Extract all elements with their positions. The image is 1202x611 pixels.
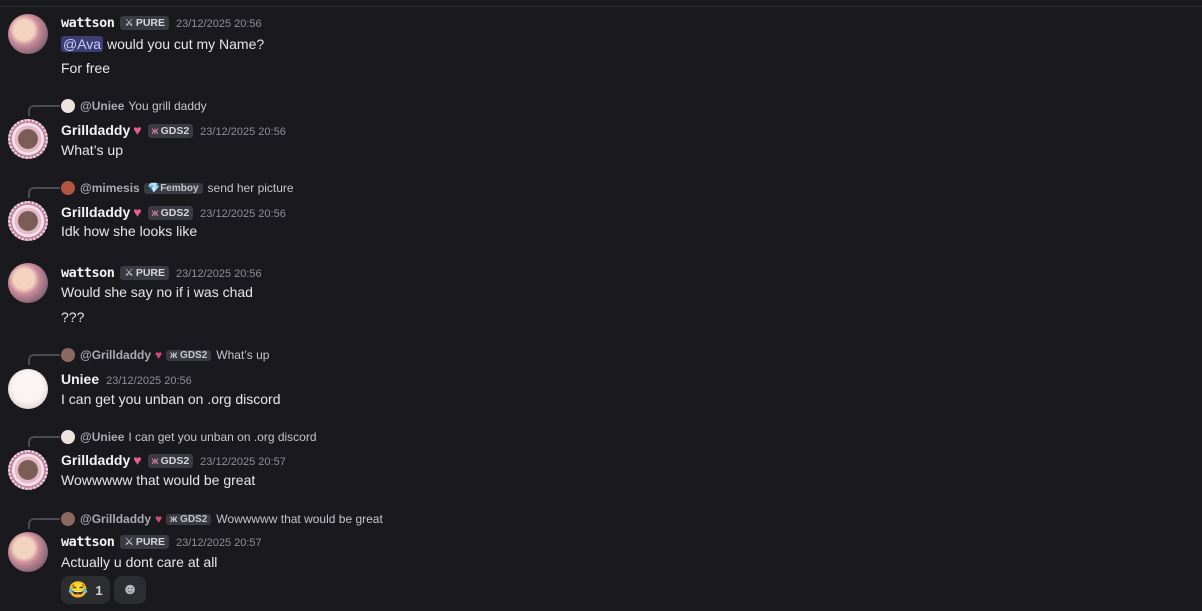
reply-role-tag: 💎Femboy [143, 182, 203, 194]
sword-icon: ⚔ [124, 267, 134, 279]
add-reaction-icon: ☻ [121, 581, 139, 598]
reply-preview[interactable]: @Grilldaddy ♥ ж GDS2 What’s up [61, 348, 269, 362]
timestamp: 23/12/2025 20:56 [176, 18, 262, 30]
butterfly-icon: ж [151, 455, 159, 467]
heart-icon: ♥ [133, 452, 142, 468]
message-header: Grilldaddy ♥ ж GDS2 23/12/2025 20:56 [61, 204, 286, 220]
heart-icon: ♥ [155, 512, 163, 526]
sword-icon: ⚔ [124, 17, 134, 29]
reply-text: Wowwwww that would be great [216, 512, 383, 526]
reaction-count: 1 [95, 582, 103, 598]
reply-preview[interactable]: @Uniee I can get you unban on .org disco… [61, 430, 317, 444]
reply-role-tag: ж GDS2 [166, 513, 212, 525]
author-name[interactable]: wattson [61, 265, 115, 281]
timestamp: 23/12/2025 20:57 [200, 456, 286, 468]
reply-username[interactable]: @Uniee [80, 430, 124, 444]
message-content: Idk how she looks like [61, 223, 198, 239]
reply-username[interactable]: @Grilldaddy [80, 512, 151, 526]
reply-avatar [61, 512, 75, 526]
message-header: Uniee 23/12/2025 20:56 [61, 371, 192, 387]
butterfly-icon: ж [170, 349, 181, 361]
avatar-grilldaddy[interactable] [8, 450, 48, 490]
reply-avatar [61, 99, 75, 113]
author-name[interactable]: wattson [61, 15, 115, 31]
timestamp: 23/12/2025 20:56 [200, 126, 286, 138]
reply-username[interactable]: @mimesis [80, 181, 140, 195]
reply-username[interactable]: @Grilldaddy [80, 348, 151, 362]
message-content-line: ??? [61, 309, 85, 325]
heart-icon: ♥ [155, 348, 163, 362]
role-badge[interactable]: ⚔ PURE [120, 535, 170, 549]
reply-avatar [61, 430, 75, 444]
timestamp: 23/12/2025 20:56 [200, 208, 286, 220]
role-badge[interactable]: ж GDS2 [147, 454, 194, 468]
channel-top-divider [0, 6, 1202, 7]
butterfly-icon: ж [170, 513, 181, 525]
joy-emoji-icon: 😂 [68, 582, 89, 599]
avatar-wattson[interactable] [8, 14, 48, 54]
message-header: Grilldaddy ♥ ж GDS2 23/12/2025 20:56 [61, 122, 286, 138]
gem-icon: 💎 [147, 182, 161, 194]
reply-text: send her picture [207, 181, 294, 195]
role-badge[interactable]: ⚔ PURE [120, 16, 170, 30]
avatar-grilldaddy[interactable] [8, 119, 48, 159]
reply-avatar [61, 181, 75, 195]
butterfly-icon: ж [151, 125, 159, 137]
avatar-wattson[interactable] [8, 532, 48, 572]
timestamp: 23/12/2025 20:56 [106, 375, 192, 387]
reply-spine [28, 187, 60, 198]
reply-preview[interactable]: @Uniee You grill daddy [61, 99, 207, 113]
heart-icon: ♥ [133, 122, 142, 138]
author-name[interactable]: Uniee [61, 371, 99, 387]
user-mention[interactable]: @Ava [61, 36, 104, 52]
message-content: What’s up [61, 142, 123, 158]
reply-role-tag: ж GDS2 [166, 349, 212, 361]
message-content: Actually u dont care at all [61, 554, 218, 570]
butterfly-icon: ж [151, 207, 159, 219]
heart-icon: ♥ [133, 204, 142, 220]
timestamp: 23/12/2025 20:56 [176, 268, 262, 280]
role-badge[interactable]: ⚔ PURE [120, 266, 170, 280]
sword-icon: ⚔ [124, 536, 134, 548]
message-header: Grilldaddy ♥ ж GDS2 23/12/2025 20:57 [61, 452, 286, 468]
avatar-uniee[interactable] [8, 369, 48, 409]
message-content: @Ava would you cut my Name? [61, 36, 265, 52]
role-badge[interactable]: ж GDS2 [147, 206, 194, 220]
reply-spine [28, 354, 60, 365]
reply-spine [28, 105, 60, 116]
reply-text: I can get you unban on .org discord [128, 430, 317, 444]
author-name[interactable]: Grilldaddy [61, 204, 130, 220]
message-content: Would she say no if i was chad [61, 284, 253, 300]
avatar-wattson[interactable] [8, 263, 48, 303]
reply-text: What’s up [216, 348, 270, 362]
reply-avatar [61, 348, 75, 362]
add-reaction-button[interactable]: ☻ [114, 576, 146, 604]
reply-spine [28, 518, 60, 529]
message-header: wattson ⚔ PURE 23/12/2025 20:57 [61, 534, 262, 550]
role-badge[interactable]: ж GDS2 [147, 124, 194, 138]
message-content: I can get you unban on .org discord [61, 391, 281, 407]
reply-username[interactable]: @Uniee [80, 99, 124, 113]
message-header: wattson ⚔ PURE 23/12/2025 20:56 [61, 15, 262, 31]
author-name[interactable]: Grilldaddy [61, 122, 130, 138]
reply-spine [28, 436, 60, 447]
message-content-line: For free [61, 60, 111, 76]
reply-preview[interactable]: @Grilldaddy ♥ ж GDS2 Wowwwww that would … [61, 512, 383, 526]
reaction-joy[interactable]: 😂 1 [61, 576, 110, 604]
reply-text: You grill daddy [128, 99, 207, 113]
timestamp: 23/12/2025 20:57 [176, 537, 262, 549]
reply-preview[interactable]: @mimesis 💎Femboy send her picture [61, 181, 294, 195]
message-header: wattson ⚔ PURE 23/12/2025 20:56 [61, 265, 262, 281]
author-name[interactable]: wattson [61, 534, 115, 550]
message-content: Wowwwww that would be great [61, 472, 256, 488]
avatar-grilldaddy[interactable] [8, 201, 48, 241]
author-name[interactable]: Grilldaddy [61, 452, 130, 468]
